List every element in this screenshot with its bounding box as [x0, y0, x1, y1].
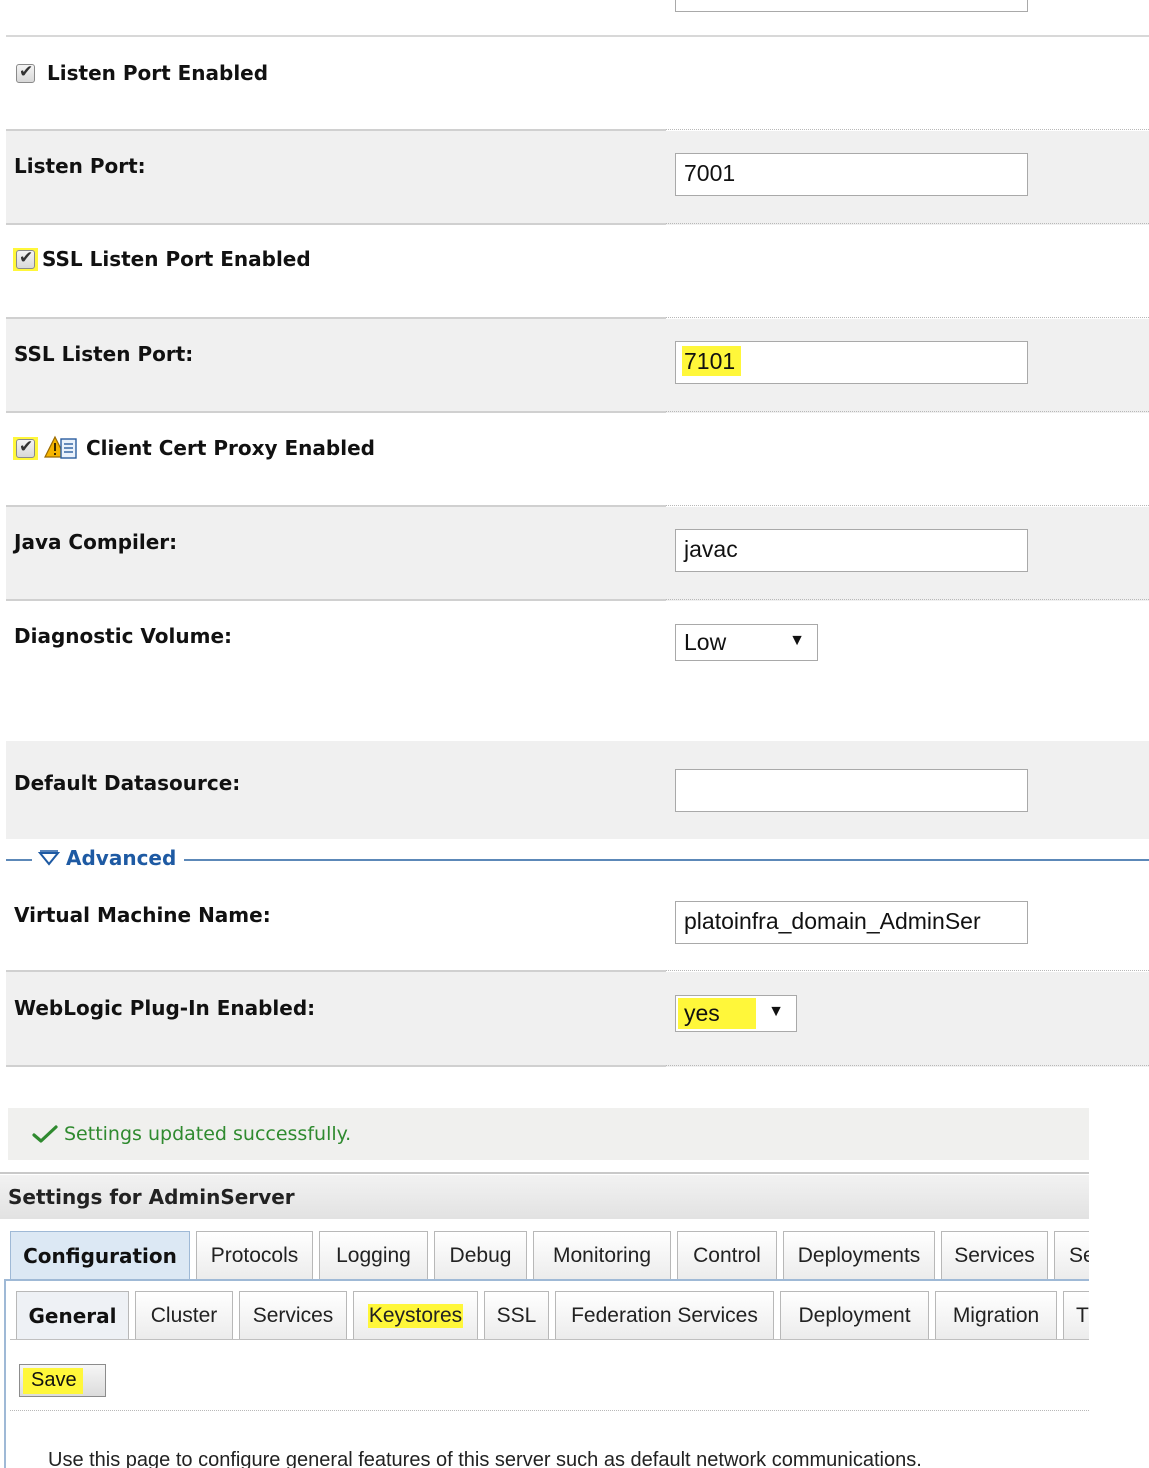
java-compiler-input[interactable]: javac: [675, 529, 1028, 572]
weblogic-plugin-enabled-select[interactable]: yes ▼: [675, 995, 797, 1032]
ssl-listen-port-label: SSL Listen Port:: [14, 342, 194, 366]
collapse-triangle-icon: [37, 850, 61, 866]
tab-debug[interactable]: Debug: [434, 1231, 527, 1279]
success-check-icon: [32, 1124, 58, 1144]
status-message-bar: Settings updated successfully.: [8, 1108, 1089, 1160]
listen-port-enabled-option[interactable]: ✔ Listen Port Enabled: [16, 61, 268, 85]
row-weblogic-plugin-enabled: WebLogic Plug-In Enabled: yes ▼: [6, 972, 1149, 1067]
subtab-partial[interactable]: T: [1063, 1291, 1089, 1339]
weblogic-plugin-enabled-label: WebLogic Plug-In Enabled:: [14, 996, 316, 1020]
default-datasource-label: Default Datasource:: [14, 771, 241, 795]
ssl-listen-port-enabled-option[interactable]: ✔ SSL Listen Port Enabled: [13, 247, 311, 271]
client-cert-proxy-checkbox[interactable]: ✔: [16, 437, 35, 458]
client-cert-proxy-label: Client Cert Proxy Enabled: [86, 436, 375, 460]
client-cert-proxy-option[interactable]: ✔ Client Cert Proxy Enabled: [13, 435, 375, 461]
row-ssl-listen-port-enabled: ✔ SSL Listen Port Enabled: [6, 225, 1149, 319]
diagnostic-volume-select[interactable]: Low ▼: [675, 624, 818, 661]
dropdown-arrow-icon: ▼: [789, 632, 805, 649]
tab-security-partial[interactable]: Se: [1054, 1231, 1089, 1279]
row-default-datasource: Default Datasource:: [6, 741, 1149, 839]
tab-monitoring[interactable]: Monitoring: [533, 1231, 671, 1279]
restart-required-warning-icon: [44, 435, 78, 461]
row-listen-port-enabled: ✔ Listen Port Enabled: [6, 37, 1149, 131]
dropdown-arrow-icon: ▼: [768, 1003, 784, 1020]
tab-protocols[interactable]: Protocols: [196, 1231, 313, 1279]
secondary-tabs: General Cluster Services Keystores SSL F…: [16, 1291, 1089, 1339]
listen-port-enabled-checkbox[interactable]: ✔: [16, 62, 35, 83]
ssl-listen-port-input[interactable]: 7101: [675, 341, 1028, 384]
tab-deployments[interactable]: Deployments: [783, 1231, 935, 1279]
subtab-cluster[interactable]: Cluster: [135, 1291, 233, 1339]
row-listen-port: Listen Port: 7001: [6, 131, 1149, 225]
advanced-section-header[interactable]: Advanced: [6, 845, 1149, 875]
ssl-listen-port-enabled-label: SSL Listen Port Enabled: [42, 247, 311, 271]
settings-header: Settings for AdminServer: [0, 1175, 1089, 1219]
listen-port-label: Listen Port:: [14, 154, 146, 178]
virtual-machine-name-input[interactable]: platoinfra_domain_AdminSer: [675, 901, 1028, 944]
subtab-general[interactable]: General: [16, 1291, 129, 1339]
row-java-compiler: Java Compiler: javac: [6, 507, 1149, 601]
primary-tabs: Configuration Protocols Logging Debug Mo…: [10, 1231, 1089, 1279]
tab-services[interactable]: Services: [941, 1231, 1048, 1279]
page-description: Use this page to configure general featu…: [48, 1449, 922, 1468]
row-ssl-listen-port: SSL Listen Port: 7101: [6, 319, 1149, 413]
subtab-federation-services[interactable]: Federation Services: [555, 1291, 774, 1339]
subtab-deployment[interactable]: Deployment: [780, 1291, 929, 1339]
subtab-migration[interactable]: Migration: [935, 1291, 1057, 1339]
tab-control[interactable]: Control: [677, 1231, 777, 1279]
row-diagnostic-volume: Diagnostic Volume: Low ▼: [6, 601, 1149, 741]
virtual-machine-name-label: Virtual Machine Name:: [14, 903, 271, 927]
advanced-title: Advanced: [66, 846, 177, 870]
listen-port-enabled-label: Listen Port Enabled: [47, 61, 269, 85]
default-datasource-input[interactable]: [675, 769, 1028, 812]
java-compiler-label: Java Compiler:: [14, 530, 178, 554]
diagnostic-volume-label: Diagnostic Volume:: [14, 624, 233, 648]
tab-configuration[interactable]: Configuration: [10, 1231, 190, 1279]
tab-logging[interactable]: Logging: [319, 1231, 428, 1279]
subtab-ssl[interactable]: SSL: [484, 1291, 549, 1339]
row-virtual-machine-name: Virtual Machine Name: platoinfra_domain_…: [6, 878, 1149, 972]
status-message: Settings updated successfully.: [64, 1123, 352, 1145]
save-button[interactable]: Save: [19, 1364, 106, 1397]
subtab-services[interactable]: Services: [239, 1291, 347, 1339]
ssl-listen-port-enabled-checkbox[interactable]: ✔: [16, 248, 35, 269]
row-client-cert-proxy-enabled: ✔ Client Cert Proxy Enabled: [6, 413, 1149, 507]
previous-field[interactable]: [675, 0, 1028, 12]
subtab-keystores[interactable]: Keystores: [353, 1291, 478, 1339]
settings-title: Settings for AdminServer: [8, 1185, 295, 1209]
listen-port-input[interactable]: 7001: [675, 153, 1028, 196]
